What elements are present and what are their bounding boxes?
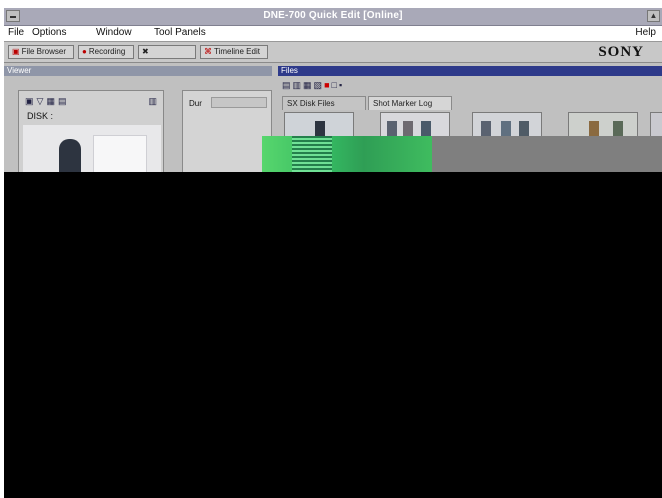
disk-label: DISK : bbox=[27, 111, 54, 121]
duration-field[interactable] bbox=[211, 97, 267, 108]
menu-bar: File Options Window Tool Panels Help bbox=[4, 26, 662, 42]
menu-help[interactable]: Help bbox=[635, 27, 656, 38]
file-browser-label: File Browser bbox=[21, 47, 67, 56]
blank-display-area bbox=[4, 172, 662, 498]
files-tool-icon-3[interactable]: ▦ bbox=[303, 80, 314, 90]
tab-shot-marker-log[interactable]: Shot Marker Log bbox=[368, 96, 452, 110]
screen: DNE-700 Quick Edit [Online] ▲ File Optio… bbox=[0, 0, 662, 498]
maximize-button[interactable]: ▲ bbox=[647, 10, 660, 22]
toolbar: ▣ File Browser ● Recording ✖ ⌘ Timeline Edi… bbox=[4, 42, 662, 63]
files-toolbar: ▤▥▦▧■□▪ bbox=[282, 80, 344, 91]
timeline-icon: ⌘ bbox=[204, 47, 212, 56]
record-icon: ● bbox=[82, 47, 87, 56]
files-tool-icon-2[interactable]: ▥ bbox=[293, 80, 304, 90]
files-tool-icon-4[interactable]: ▧ bbox=[314, 80, 325, 90]
viewer-info-panel: Dur bbox=[182, 90, 272, 180]
grid-icon[interactable]: ▤ bbox=[58, 96, 70, 106]
window-title: DNE-700 Quick Edit [Online] bbox=[263, 10, 403, 21]
menu-tool-panels[interactable]: Tool Panels bbox=[154, 27, 206, 38]
files-panel-title: Files bbox=[281, 66, 298, 75]
glitch-stripe bbox=[292, 136, 332, 172]
files-tool-icon-6[interactable]: ▪ bbox=[339, 80, 344, 90]
monitor-icon[interactable]: ▣ bbox=[25, 96, 37, 106]
files-tool-icon-1[interactable]: ▤ bbox=[282, 80, 293, 90]
file-browser-icon: ▣ bbox=[12, 47, 20, 56]
timeline-edit-label: Timeline Edit bbox=[214, 47, 260, 56]
file-browser-button[interactable]: ▣ File Browser bbox=[8, 45, 74, 59]
app-window: DNE-700 Quick Edit [Online] ▲ File Optio… bbox=[4, 8, 662, 498]
duration-label: Dur bbox=[189, 99, 202, 108]
recording-button[interactable]: ● Recording bbox=[78, 45, 134, 59]
record-indicator-icon[interactable]: ■ bbox=[324, 80, 331, 90]
recording-label: Recording bbox=[88, 47, 126, 56]
menu-options[interactable]: Options bbox=[32, 27, 66, 38]
disabled-tool-button[interactable]: ✖ bbox=[138, 45, 196, 59]
glitch-green-region bbox=[262, 136, 432, 172]
close-icon: ✖ bbox=[142, 47, 149, 56]
menu-file[interactable]: File bbox=[8, 27, 24, 38]
viewer-panel-titlebar: Viewer bbox=[4, 66, 272, 76]
viewer-disk-panel: ▣▽▦▤ ▥ DISK : bbox=[18, 90, 164, 180]
folder-icon[interactable]: ▦ bbox=[46, 96, 58, 106]
video-wall bbox=[93, 135, 147, 177]
files-panel-titlebar: Files bbox=[278, 66, 662, 76]
viewer-tool-icons[interactable]: ▣▽▦▤ bbox=[25, 96, 69, 107]
filter-icon[interactable]: ▽ bbox=[37, 96, 47, 106]
viewer-video-frame bbox=[23, 125, 161, 179]
printer-icon[interactable]: ▥ bbox=[148, 96, 157, 107]
viewer-panel-title: Viewer bbox=[7, 66, 32, 75]
files-tool-icon-5[interactable]: □ bbox=[332, 80, 339, 90]
glitch-gray-region bbox=[432, 136, 662, 172]
sony-logo: SONY bbox=[598, 44, 644, 60]
title-bar: DNE-700 Quick Edit [Online] ▲ bbox=[4, 8, 662, 26]
tab-sx-disk-files[interactable]: SX Disk Files bbox=[282, 96, 366, 110]
timeline-edit-button[interactable]: ⌘ Timeline Edit bbox=[200, 45, 268, 59]
menu-window[interactable]: Window bbox=[96, 27, 132, 38]
